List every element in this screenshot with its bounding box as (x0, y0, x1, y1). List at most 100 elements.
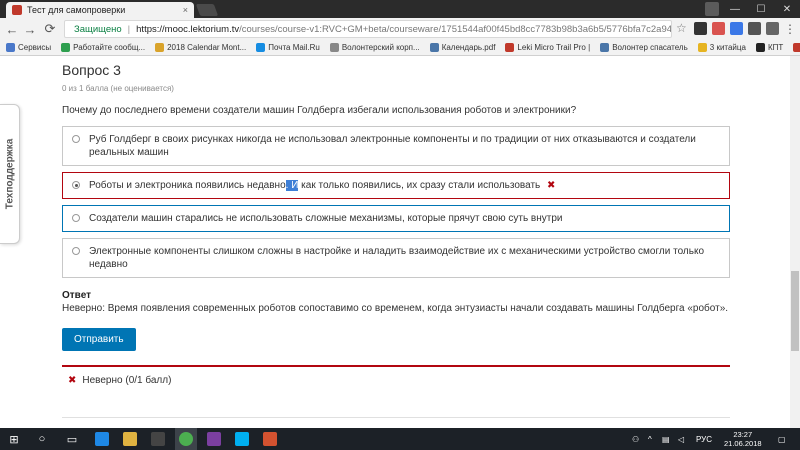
search-icon[interactable]: ○ (34, 431, 50, 447)
file-explorer-icon[interactable] (123, 432, 137, 446)
tab-title: Тест для самопроверки (27, 5, 126, 15)
onenote-icon[interactable] (207, 432, 221, 446)
option-label: Роботы и электроника появились недавно (89, 180, 286, 191)
notifications-icon[interactable]: ▢ (778, 428, 786, 450)
extension-icon[interactable] (766, 22, 779, 35)
bookmark-item[interactable]: Работайте сообщ... (61, 43, 145, 52)
submit-button[interactable]: Отправить (62, 328, 136, 351)
bookmark-item[interactable]: Волонтерский корп... (329, 43, 420, 52)
bookmark-item[interactable]: Leki Micro Trail Pro | (505, 43, 590, 52)
edge-icon[interactable] (95, 432, 109, 446)
bookmarks-bar: Сервисы Работайте сообщ... 2018 Calendar M… (0, 40, 800, 56)
bookmark-favicon-icon (155, 43, 165, 52)
bookmark-item[interactable]: Почта Mail.Ru (256, 43, 320, 52)
bookmark-label: Волонтерский корп... (341, 43, 420, 52)
reload-icon[interactable]: ⟳ (42, 21, 58, 37)
bookmark-label: Календарь.pdf (441, 43, 496, 52)
bookmark-favicon-icon (429, 43, 439, 52)
bookmark-item[interactable]: Календарь.pdf (429, 43, 496, 52)
bookmark-item[interactable]: Волонтер спасатель (600, 43, 688, 52)
maximize-button[interactable]: ☐ (748, 0, 774, 18)
minimize-button[interactable]: — (722, 0, 748, 18)
people-icon[interactable]: ⚇ (632, 428, 639, 450)
selected-text: . И (285, 180, 299, 191)
question-score: 0 из 1 балла (не оценивается) (62, 84, 174, 93)
bookmark-favicon-icon (697, 43, 707, 52)
radio-button[interactable] (72, 181, 80, 189)
bookmark-favicon-icon (505, 43, 515, 52)
tab-close-icon[interactable]: × (183, 5, 188, 15)
forward-arrow-icon[interactable]: → (22, 21, 38, 37)
address-separator: | (127, 23, 131, 35)
bookmark-favicon-icon (755, 43, 765, 52)
problem: Вопрос 3 0 из 1 балла (не оценивается) П… (62, 56, 730, 386)
question-text: Почему до последнего времени создатели м… (62, 105, 577, 116)
bookmark-favicon-icon (61, 43, 71, 52)
bookmark-label: Сервисы (18, 43, 52, 52)
bookmark-star-icon[interactable]: ☆ (676, 21, 687, 35)
address-bar[interactable]: Защищено | https://mooc.lektorium.tv/cou… (64, 20, 672, 38)
option-label: Создатели машин старались не использоват… (89, 213, 563, 224)
bookmark-item[interactable]: Лигурия (793, 43, 800, 52)
status-text: Неверно (0/1 балл) (82, 375, 172, 386)
new-tab-button[interactable] (195, 4, 219, 16)
language-indicator[interactable]: РУС (696, 428, 712, 450)
secure-label: Защищено (74, 23, 122, 35)
status-notification: ✖ Неверно (0/1 балл) (62, 365, 730, 386)
task-view-icon[interactable]: ▭ (64, 431, 80, 447)
incorrect-icon: ✖ (68, 375, 77, 386)
answer-option[interactable]: Создатели машин старались не использоват… (62, 205, 730, 232)
scrollbar-thumb[interactable] (791, 271, 799, 351)
url-path: /courses/course-v1:RVC+GM+beta/coursewar… (239, 23, 672, 35)
media-player-icon[interactable] (151, 432, 165, 446)
skype-icon[interactable] (235, 432, 249, 446)
support-tab[interactable]: Техподдержка (0, 104, 20, 244)
browser-menu-icon[interactable]: ⋮ (784, 22, 796, 36)
bookmark-item[interactable]: 3 китайца (697, 43, 746, 52)
support-tab-label: Техподдержка (4, 138, 15, 210)
bookmark-label: Leki Micro Trail Pro | (517, 43, 591, 52)
option-label: Электронные компоненты слишком сложны в … (89, 246, 705, 270)
chrome-icon[interactable] (179, 432, 193, 446)
radio-button[interactable] (72, 135, 80, 143)
answer-option[interactable]: Руб Голдберг в своих рисунках никогда не… (62, 126, 730, 166)
answer-option[interactable]: Электронные компоненты слишком сложны в … (62, 238, 730, 278)
question-title: Вопрос 3 (62, 62, 121, 78)
powerpoint-icon[interactable] (263, 432, 277, 446)
volume-icon[interactable]: ◁ (678, 428, 684, 450)
browser-tab[interactable]: Тест для самопроверки × (6, 2, 194, 18)
network-icon[interactable]: ▤ (662, 428, 670, 450)
option-label: Руб Голдберг в своих рисунках никогда не… (89, 134, 696, 158)
windows-start-icon[interactable]: ⊞ (6, 431, 22, 447)
bookmark-favicon-icon (256, 43, 266, 52)
incorrect-icon: ✖ (547, 180, 556, 191)
close-window-button[interactable]: ✕ (774, 0, 800, 18)
browser-toolbar: ← → ⟳ Защищено | https://mooc.lektorium.… (0, 18, 800, 40)
extension-icon[interactable] (748, 22, 761, 35)
browser-titlebar: Тест для самопроверки × — ☐ ✕ (0, 0, 800, 18)
bookmark-item[interactable]: КПТ (755, 43, 783, 52)
answer-feedback: Ответ Неверно: Время появления современн… (62, 290, 730, 314)
back-arrow-icon[interactable]: ← (4, 21, 20, 37)
extension-icon[interactable] (730, 22, 743, 35)
bookmark-item[interactable]: Сервисы (6, 43, 51, 52)
favicon-icon (12, 5, 22, 15)
bookmark-favicon-icon (6, 43, 15, 52)
radio-button[interactable] (72, 214, 80, 222)
radio-button[interactable] (72, 247, 80, 255)
taskbar: ⊞ ○ ▭ ⚇ ^ ▤ ◁ РУС 23:27 21.06.2018 ▢ (0, 428, 800, 450)
answer-option-selected[interactable]: Роботы и электроника появились недавно. … (62, 172, 730, 199)
bookmark-label: Работайте сообщ... (73, 43, 146, 52)
bookmark-label: 3 китайца (709, 43, 746, 52)
bookmark-favicon-icon (793, 43, 800, 52)
answer-label: Ответ (62, 290, 92, 301)
scrollbar[interactable] (790, 56, 800, 428)
profile-icon[interactable] (705, 2, 719, 16)
extension-icon[interactable] (694, 22, 707, 35)
tray-chevron-icon[interactable]: ^ (648, 428, 652, 450)
clock[interactable]: 23:27 21.06.2018 (724, 430, 762, 448)
extension-icon[interactable] (712, 22, 725, 35)
answer-text: Неверно: Время появления современных роб… (62, 303, 729, 314)
bookmark-item[interactable]: 2018 Calendar Mont... (155, 43, 246, 52)
divider (62, 417, 730, 418)
